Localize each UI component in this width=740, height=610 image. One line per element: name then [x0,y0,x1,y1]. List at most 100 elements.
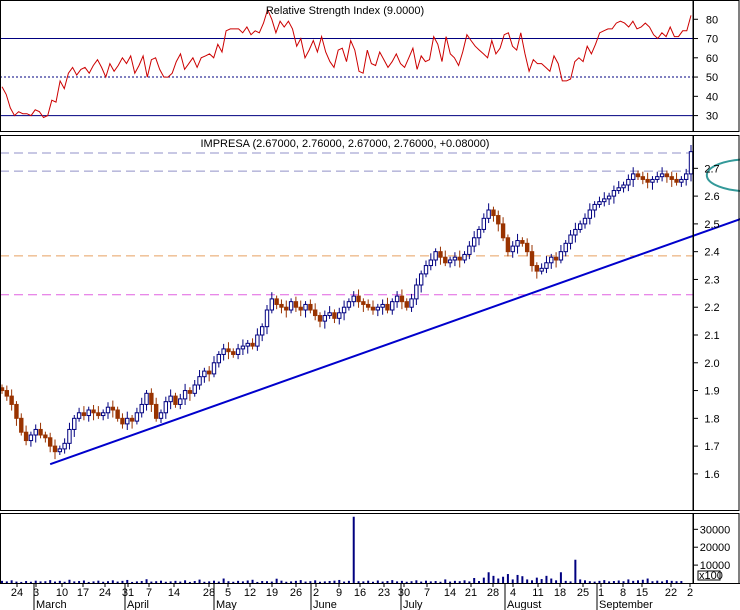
candle-body-102 [491,209,496,217]
candle-body-118 [568,234,573,244]
candle-body-82 [394,295,400,303]
candle-body-70 [337,312,342,319]
x-tick-label-17: 30 [398,587,410,599]
candle-body-41 [197,376,202,386]
candle-body-86 [414,284,419,300]
stock-chart: 30 40 50 60 70 80 Relative Strength Index (9.… [0,0,740,610]
x-tick-label-29: 22 [665,587,677,599]
candle-body-25 [120,417,125,425]
candle-body-53 [255,334,260,347]
candle-body-96 [462,253,467,261]
candle-body-13 [62,442,67,450]
candle-body-26 [125,417,130,425]
x-tick-label-28: 15 [636,587,648,599]
candle-body-89 [428,259,434,267]
candle-body-75 [361,301,366,305]
x-tick-label-9: 5 [225,587,231,599]
month-label-0: March [36,599,67,610]
candle-body-72 [346,301,352,308]
candle-body-38 [182,390,188,400]
candle-body-8 [38,428,43,436]
candle-body-135 [650,178,655,183]
candle-body-21 [100,412,106,417]
candle-body-20 [96,412,101,417]
candle-body-111 [534,265,540,272]
candle-body-14 [67,428,72,444]
candle-body-143 [688,151,694,175]
candle-body-29 [139,403,144,414]
x-tick-label-7: 14 [168,587,180,599]
candle-body-114 [549,256,554,264]
candle-body-28 [134,412,140,422]
candle-body-57 [274,298,279,305]
candle-body-131 [630,173,636,180]
candle-body-76 [365,303,371,308]
candle-body-33 [158,412,164,419]
candle-body-54 [259,326,265,336]
candle-body-90 [433,251,438,261]
candle-body-94 [452,256,458,261]
volume-y-tick-label-20000: 20000 [700,542,731,554]
rsi-y-tick-label-30: 30 [706,111,718,123]
candle-body-37 [178,398,183,405]
candle-body-73 [351,295,356,303]
candle-body-133 [640,176,646,180]
candle-body-40 [192,384,197,394]
x-tick-label-15: 16 [354,587,366,599]
candle-body-126 [606,195,612,200]
candle-body-15 [72,417,77,430]
candle-body-30 [144,392,149,405]
candle-body-46 [221,348,226,355]
price-y-tick-label-2.7: 2.7 [704,163,719,175]
candle-body-104 [500,223,506,239]
candle-body-87 [418,273,424,286]
candle-body-140 [674,178,679,183]
month-label-2: May [216,599,237,610]
candle-body-113 [544,262,549,269]
candle-body-45 [216,353,222,364]
candle-body-16 [76,412,82,419]
candle-body-1 [4,390,10,397]
candle-body-95 [457,256,462,261]
x-tick-label-11: 19 [266,587,278,599]
month-label-6: September [599,599,653,610]
price-y-tick-label-2.6: 2.6 [704,191,719,203]
candle-body-105 [505,237,511,253]
candle-body-7 [33,428,38,436]
x-tick-label-25: 25 [577,587,589,599]
price-y-tick-label-1.6: 1.6 [704,469,719,481]
x-tick-label-26: 1 [598,587,604,599]
price-y-tick-label-1.8: 1.8 [704,413,719,425]
rsi-y-tick-label-50: 50 [706,72,718,84]
candle-body-78 [375,306,381,311]
volume-scale-note: x100 [699,570,723,582]
candle-body-136 [655,176,660,180]
candle-body-74 [356,295,361,303]
candle-body-64 [308,303,313,311]
x-tick-label-21: 28 [487,587,499,599]
rsi-y-tick-label-80: 80 [706,14,718,26]
candle-body-141 [679,178,684,183]
x-tick-label-3: 17 [77,587,89,599]
candle-body-4 [19,417,24,433]
candle-body-34 [163,401,169,414]
candle-body-88 [423,265,429,275]
rsi-y-tick-label-40: 40 [706,91,718,103]
candle-body-92 [443,256,448,264]
candle-body-63 [303,303,308,311]
volume-y-tick-label-30000: 30000 [700,524,731,536]
candle-body-50 [240,345,246,350]
x-tick-label-2: 10 [56,587,68,599]
candle-body-85 [409,298,414,308]
candle-body-22 [105,406,111,414]
candle-body-48 [231,351,236,355]
candle-body-119 [573,228,578,236]
candle-body-97 [467,245,472,255]
candle-body-93 [447,259,453,264]
price-y-tick-label-2: 2.0 [704,358,719,370]
x-tick-label-0: 24 [11,587,23,599]
candle-body-112 [539,267,544,272]
candle-body-19 [91,409,96,414]
candle-body-59 [284,306,289,311]
candle-body-6 [28,434,34,442]
